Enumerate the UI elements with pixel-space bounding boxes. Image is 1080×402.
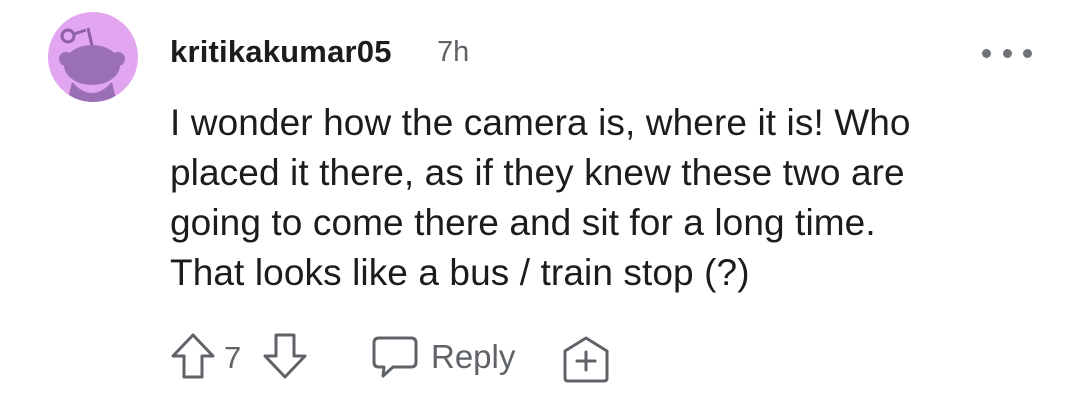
award-button[interactable] bbox=[560, 334, 612, 386]
avatar[interactable] bbox=[48, 12, 138, 102]
comment-body: I wonder how the camera is, where it is!… bbox=[170, 98, 1050, 298]
vote-count: 7 bbox=[224, 340, 242, 375]
reply-button[interactable]: Reply bbox=[371, 332, 515, 382]
downvote-arrow-icon bbox=[263, 333, 307, 379]
upvote-button[interactable] bbox=[168, 330, 218, 382]
more-dot bbox=[1002, 48, 1012, 58]
comment-body-line: I wonder how the camera is, where it is!… bbox=[170, 102, 911, 143]
upvote-arrow-icon bbox=[171, 333, 215, 379]
reply-label: Reply bbox=[431, 338, 516, 375]
speech-bubble-icon bbox=[372, 336, 418, 378]
username[interactable]: kritikakumar05 bbox=[170, 34, 392, 70]
comment: kritikakumar05 7h I wonder how the camer… bbox=[0, 0, 1080, 402]
timestamp: 7h bbox=[437, 36, 470, 68]
comment-body-line: That looks like a bus / train stop (?) bbox=[170, 252, 750, 293]
comment-body-line: going to come there and sit for a long t… bbox=[170, 202, 876, 243]
more-options-icon[interactable] bbox=[982, 38, 1032, 68]
snoo-avatar-icon bbox=[59, 27, 125, 102]
more-dot bbox=[982, 48, 991, 58]
downvote-button[interactable] bbox=[260, 330, 310, 382]
award-plus-icon bbox=[563, 336, 609, 383]
comment-actions: 7 Reply bbox=[168, 330, 628, 386]
comment-body-line: placed it there, as if they knew these t… bbox=[170, 152, 905, 193]
more-dot bbox=[1023, 48, 1032, 58]
